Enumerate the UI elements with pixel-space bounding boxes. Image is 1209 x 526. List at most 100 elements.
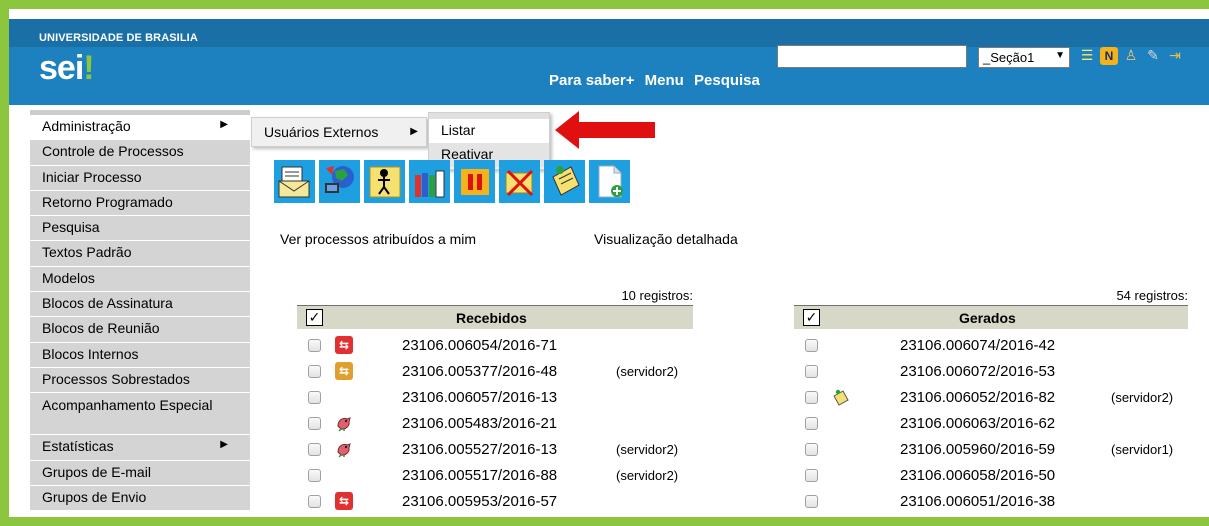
process-link[interactable]: 23106.006058/2016-50 — [900, 467, 1055, 484]
link-assigned-processes[interactable]: Ver processos atribuídos a mim — [280, 231, 476, 247]
sidebar-item-modelos[interactable]: Modelos — [30, 266, 250, 293]
link-para-saber[interactable]: Para saber+ — [549, 72, 634, 89]
row-checkbox[interactable] — [308, 391, 321, 404]
sei-logo[interactable]: sei! — [39, 49, 95, 88]
sticky-note-icon — [552, 166, 580, 196]
globe-computer-icon — [325, 166, 354, 193]
submenu-usuarios-externos[interactable]: Usuários Externos ▶ — [251, 117, 427, 147]
sidebar-item-grupos-envio[interactable]: Grupos de Envio — [30, 485, 250, 512]
chevron-right-icon: ▶ — [220, 439, 228, 451]
row-checkbox[interactable] — [805, 495, 818, 508]
row-checkbox[interactable] — [308, 469, 321, 482]
process-link[interactable]: 23106.006051/2016-38 — [900, 493, 1055, 510]
pause-icon — [461, 169, 489, 195]
list-icon[interactable]: ☰ — [1078, 47, 1096, 67]
note-icon — [832, 388, 850, 406]
process-link[interactable]: 23106.006054/2016-71 — [402, 337, 557, 354]
row-checkbox[interactable] — [805, 443, 818, 456]
link-pesquisa[interactable]: Pesquisa — [694, 72, 760, 89]
row-checkbox[interactable] — [805, 391, 818, 404]
assigned-user: (servidor2) — [1111, 390, 1174, 405]
select-all-received-checkbox[interactable]: ✓ — [306, 309, 323, 326]
select-all-generated-checkbox[interactable]: ✓ — [803, 309, 820, 326]
sidebar-item-textos-padrao[interactable]: Textos Padrão — [30, 241, 250, 267]
sidebar-item-label: Grupos de E-mail — [42, 463, 151, 480]
search-input[interactable] — [777, 45, 967, 68]
sidebar-item-iniciar-processo[interactable]: Iniciar Processo — [30, 165, 250, 191]
received-title: Recebidos — [456, 310, 527, 326]
process-link[interactable]: 23106.005960/2016-59 — [900, 441, 1055, 458]
assigned-user: (servidor1) — [1111, 442, 1174, 457]
link-detailed-view[interactable]: Visualização detalhada — [594, 231, 738, 247]
table-row: 23106.005483/2016-21 — [297, 413, 693, 439]
table-row: 23106.006058/2016-50 — [794, 465, 1188, 491]
process-link[interactable]: 23106.006074/2016-42 — [900, 337, 1055, 354]
sidebar-item-processos-sobrestados[interactable]: Processos Sobrestados — [30, 367, 250, 394]
suspend-button[interactable] — [454, 160, 495, 203]
sidebar-item-retorno-programado[interactable]: Retorno Programado — [30, 190, 250, 217]
new-document-icon — [598, 165, 623, 198]
row-checkbox[interactable] — [805, 417, 818, 430]
row-checkbox[interactable] — [308, 443, 321, 456]
envelope-icon — [278, 166, 310, 198]
notes-button[interactable] — [544, 160, 585, 203]
person-folder-icon — [369, 166, 401, 198]
row-checkbox[interactable] — [805, 469, 818, 482]
cancel-button[interactable] — [499, 160, 540, 203]
menu-item-listar[interactable]: Listar — [429, 119, 549, 143]
sidebar-item-grupos-email[interactable]: Grupos de E-mail — [30, 460, 250, 486]
process-link[interactable]: 23106.006072/2016-53 — [900, 363, 1055, 380]
sidebar-item-label: Iniciar Processo — [42, 168, 142, 185]
new-document-button[interactable] — [589, 160, 630, 203]
user-icon[interactable]: ♙ — [1122, 47, 1140, 67]
sidebar-item-controle-processos[interactable]: Controle de Processos — [30, 140, 250, 166]
header-links: Para saber+ Menu Pesquisa — [549, 72, 766, 89]
table-row: ⇆ 23106.005377/2016-48 (servidor2) — [297, 361, 693, 387]
row-checkbox[interactable] — [308, 495, 321, 508]
sidebar-item-blocos-internos[interactable]: Blocos Internos — [30, 342, 250, 368]
send-process-button[interactable] — [274, 160, 315, 203]
transfer-icon: ⇆ — [335, 362, 353, 380]
sidebar-item-label: Grupos de Envio — [42, 488, 147, 505]
sidebar-item-blocos-reuniao[interactable]: Blocos de Reunião — [30, 317, 250, 343]
sidebar-item-estatisticas[interactable]: Estatísticas ▶ — [30, 435, 250, 461]
process-link[interactable]: 23106.005527/2016-13 — [402, 441, 557, 458]
sidebar-item-label: Administração — [42, 118, 131, 134]
process-link[interactable]: 23106.005517/2016-88 — [402, 467, 557, 484]
toolbar — [274, 160, 634, 203]
wrench-icon[interactable]: ✎ — [1144, 47, 1162, 67]
row-checkbox[interactable] — [308, 365, 321, 378]
sidebar-item-administracao[interactable]: Administração ▶ — [30, 115, 250, 141]
sidebar-item-acompanhamento-especial[interactable]: Acompanhamento Especial — [30, 393, 250, 436]
table-row: 23106.005517/2016-88 (servidor2) — [297, 465, 693, 491]
process-link[interactable]: 23106.006063/2016-62 — [900, 415, 1055, 432]
link-menu[interactable]: Menu — [645, 72, 684, 89]
books-icon — [415, 170, 445, 198]
n-icon[interactable]: N — [1100, 47, 1118, 65]
table-row: 23106.006074/2016-42 — [794, 335, 1188, 361]
row-checkbox[interactable] — [805, 339, 818, 352]
process-link[interactable]: 23106.005483/2016-21 — [402, 415, 557, 432]
table-row: 23106.006063/2016-62 — [794, 413, 1188, 439]
logo-mark: ! — [83, 49, 94, 87]
row-checkbox[interactable] — [805, 365, 818, 378]
assigned-user: (servidor2) — [616, 468, 679, 483]
bird-icon — [335, 414, 353, 432]
table-row: 23106.006072/2016-53 — [794, 361, 1188, 387]
library-button[interactable] — [409, 160, 450, 203]
row-checkbox[interactable] — [308, 417, 321, 430]
process-link[interactable]: 23106.005953/2016-57 — [402, 493, 557, 510]
update-button[interactable] — [319, 160, 360, 203]
chevron-right-icon: ▶ — [220, 119, 228, 130]
process-link[interactable]: 23106.005377/2016-48 — [402, 363, 557, 380]
red-arrow-annotation — [555, 111, 655, 149]
sidebar-item-blocos-assinatura[interactable]: Blocos de Assinatura — [30, 292, 250, 318]
exit-icon[interactable]: ⇥ — [1166, 47, 1184, 67]
section-select[interactable]: _Seção1 ▼ — [978, 47, 1070, 68]
assign-button[interactable] — [364, 160, 405, 203]
process-link[interactable]: 23106.006052/2016-82 — [900, 389, 1055, 406]
sidebar-item-pesquisa[interactable]: Pesquisa — [30, 216, 250, 242]
table-row: 23106.006051/2016-38 — [794, 491, 1188, 517]
process-link[interactable]: 23106.006057/2016-13 — [402, 389, 557, 406]
row-checkbox[interactable] — [308, 339, 321, 352]
